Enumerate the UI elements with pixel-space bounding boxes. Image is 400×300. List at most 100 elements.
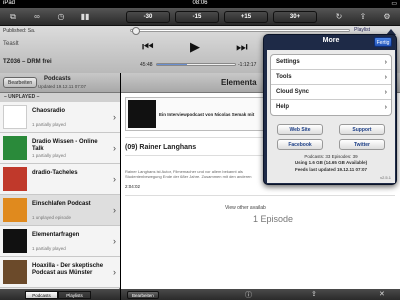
version-label: v2.5.1 [380, 175, 391, 180]
list-item[interactable]: Einschlafen Podcast 1 unplayed episode › [0, 195, 120, 226]
elapsed-time: 45:48 [140, 62, 153, 68]
chevron-right-icon: › [113, 174, 116, 184]
done-button[interactable]: Fertig [374, 37, 392, 47]
chevron-right-icon: › [384, 59, 387, 66]
stats-storage: Using 1.6 GB (14.65 GB Available) [294, 160, 368, 165]
play-icon[interactable]: ▶ [190, 39, 200, 55]
list-item[interactable]: Elementarfragen 1 partially played › [0, 226, 120, 257]
facebook-button[interactable]: Facebook [277, 139, 323, 150]
menu-item-cloud-sync[interactable]: Cloud Sync › [271, 85, 391, 100]
skip-forward-15-button[interactable]: +15 [224, 11, 268, 23]
chevron-right-icon: › [113, 112, 116, 122]
podcast-artwork [3, 167, 27, 191]
detail-footer: Bearbeiten ⓘ ⇪ ✕ [121, 289, 400, 300]
now-playing-title: TZ036 – DRM frei [3, 59, 52, 65]
chevron-right-icon: › [113, 267, 116, 277]
podcast-title: Dradio Wissen - Online Talk [32, 139, 98, 152]
chevron-right-icon: › [384, 89, 387, 96]
gear-icon[interactable]: ⚙ [380, 11, 394, 23]
share-icon[interactable]: ⇪ [311, 290, 317, 298]
twitter-button[interactable]: Twitter [339, 139, 385, 150]
menu-item-settings[interactable]: Settings › [271, 55, 391, 70]
sleep-timer-icon[interactable]: ◷ [54, 11, 68, 23]
delete-icon[interactable]: ✕ [379, 290, 385, 298]
podcast-artwork [3, 229, 27, 253]
refresh-icon[interactable]: ↻ [332, 11, 346, 23]
footer-edit-button[interactable]: Bearbeiten [127, 291, 159, 299]
previous-icon[interactable]: ⏮ [142, 39, 154, 55]
menu-item-help[interactable]: Help › [271, 100, 391, 115]
skip-back-30-button[interactable]: -30 [126, 11, 170, 23]
podcast-title: Hoaxilla - Der skeptische Podcast aus Mü… [32, 263, 104, 276]
podcast-card[interactable]: Ein Interviewpodcast von Nicolas Semak m… [125, 97, 273, 131]
menu-item-tools[interactable]: Tools › [271, 70, 391, 85]
podcast-list-header: Bearbeiten Podcasts Updated 19.12.11 07:… [0, 73, 120, 93]
stats-last-updated: Feeds last updated 19.12.11 07:07 [294, 167, 368, 172]
list-item[interactable]: Chaosradio 1 partially played › [0, 102, 120, 133]
episode-description: Rainer Langhans ist Autor, Filmemacher u… [125, 169, 252, 179]
chevron-right-icon: › [113, 236, 116, 246]
podcast-card-title: Ein Interviewpodcast von Nicolas Semak m… [159, 112, 255, 117]
podcast-title: Einschlafen Podcast [32, 201, 91, 207]
next-icon[interactable]: ⏭ [236, 39, 248, 55]
tab-podcasts[interactable]: Podcasts [25, 291, 58, 299]
playlist-label[interactable]: Playlist [354, 27, 370, 33]
left-footer: Podcasts Playlists [0, 289, 120, 300]
remaining-time: -1:12:17 [238, 62, 257, 68]
loop-icon[interactable]: ∞ [30, 11, 44, 23]
podcast-artwork [3, 198, 27, 222]
progress-fill [157, 64, 187, 65]
airplay-icon[interactable]: ⧉ [6, 11, 20, 23]
list-item[interactable]: Hoaxilla - Der skeptische Podcast aus Mü… [0, 257, 120, 288]
podcast-artwork [3, 260, 27, 284]
podcast-title: Elementarfragen [32, 232, 80, 238]
podcast-artwork [3, 136, 27, 160]
podcast-status: 1 unplayed episode [32, 215, 72, 220]
list-item[interactable]: Dradio Wissen - Online Talk 1 partially … [0, 133, 120, 164]
episode-duration: 2:04:02 [125, 184, 141, 189]
top-toolbar: ⧉ ∞ ◷ ▮▮ -30 -15 +15 30+ ↻ ⇪ ⚙ [0, 8, 400, 26]
settings-menu: Settings › Tools › Cloud Sync › Help › [270, 54, 392, 116]
volume-knob[interactable] [132, 27, 140, 35]
podcast-status: 1 partially played [32, 246, 66, 251]
panel-title: Podcasts [44, 76, 71, 82]
chevron-right-icon: › [113, 205, 116, 215]
podcast-status: 1 partially played [32, 122, 66, 127]
menu-label: Cloud Sync [276, 89, 310, 95]
skip-forward-30-button[interactable]: 30+ [273, 11, 317, 23]
support-button[interactable]: Support [339, 124, 385, 135]
chevron-right-icon: › [384, 74, 387, 81]
view-other-link[interactable]: View other availab [225, 205, 266, 211]
detail-title: Elementa [221, 78, 257, 87]
menu-label: Help [276, 104, 290, 110]
teaser-text: Teaslt [3, 41, 19, 47]
section-header: – UNPLAYED – [0, 93, 120, 102]
transport-controls: ⏮ ▶ ⏭ [140, 39, 260, 57]
edit-button[interactable]: Bearbeiten [3, 77, 38, 88]
chevron-right-icon: › [384, 104, 387, 111]
podcast-artwork [128, 100, 156, 128]
playback-progress[interactable] [156, 63, 236, 66]
stats-counts: Podcasts: 33 Episodes: 39 [304, 154, 358, 159]
clock: 08:06 [192, 0, 208, 6]
episode-title: (09) Rainer Langhans [125, 144, 197, 151]
speed-icon[interactable]: ▮▮ [78, 11, 92, 23]
status-bar: iPad 08:06 ▭ [0, 0, 400, 8]
podcast-title: dradio-Tacheles [32, 170, 78, 176]
podcast-artwork [3, 105, 27, 129]
podcast-list-panel: Bearbeiten Podcasts Updated 19.12.11 07:… [0, 73, 120, 289]
episode-count: 1 Episode [253, 214, 294, 224]
skip-back-15-button[interactable]: -15 [175, 11, 219, 23]
volume-slider[interactable] [130, 27, 350, 35]
website-button[interactable]: Web Site [277, 124, 323, 135]
info-icon[interactable]: ⓘ [245, 290, 252, 300]
share-icon[interactable]: ⇪ [356, 11, 370, 23]
chevron-right-icon: › [113, 143, 116, 153]
divider [125, 195, 395, 196]
panel-subtitle: Updated 19.12.11 07:07 [38, 84, 86, 89]
popover-body: Settings › Tools › Cloud Sync › Help › Web S… [267, 50, 395, 183]
tab-playlists[interactable]: Playlists [58, 291, 91, 299]
published-label: Published: Sa. [3, 28, 36, 34]
battery-icon: ▭ [391, 1, 397, 7]
list-item[interactable]: dradio-Tacheles › [0, 164, 120, 195]
